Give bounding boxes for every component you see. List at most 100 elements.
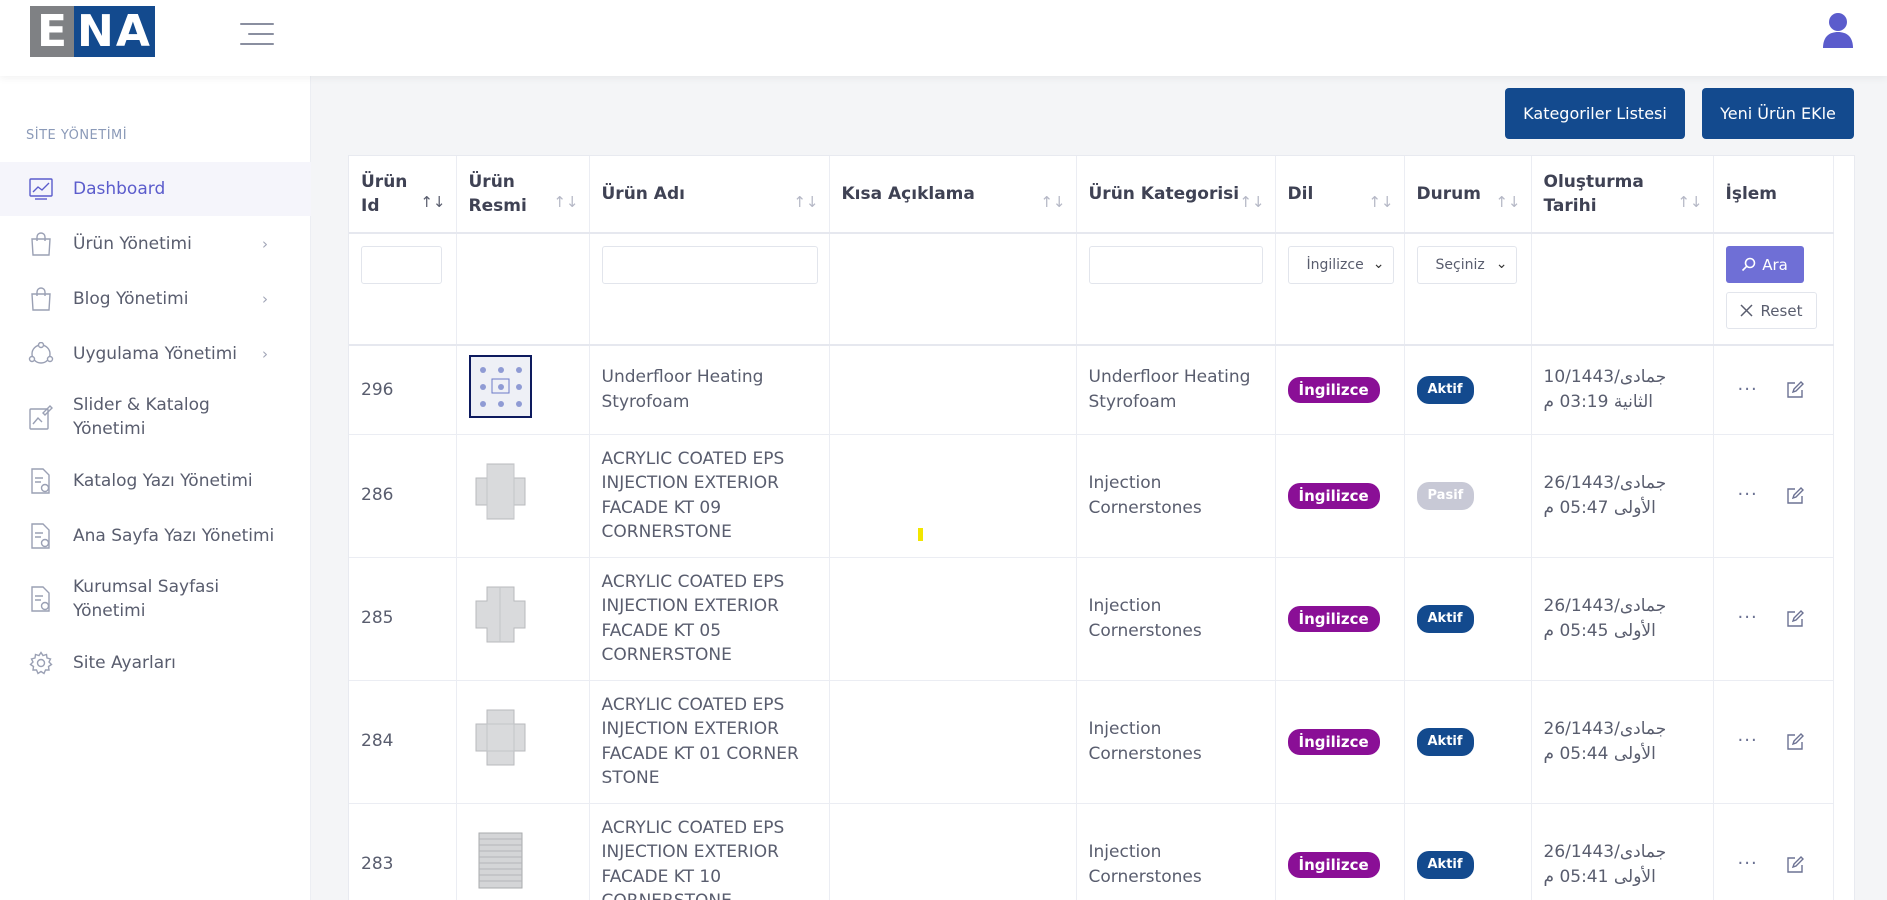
sidebar-item-site-ayarlari[interactable]: Site Ayarları (0, 635, 311, 690)
products-table-card: Ürün Id ↑↓ Ürün Resmi ↑↓ Ürün Adı ↑↓ Kısa A… (348, 155, 1855, 900)
cell-image (456, 803, 590, 900)
product-thumbnail[interactable] (468, 354, 532, 418)
column-header-status[interactable]: Durum ↑↓ (1404, 156, 1532, 234)
logo-e: E (30, 6, 74, 57)
table-row: 283 ACRYLIC COATED EPS INJECTION EXTERIO… (349, 803, 1834, 900)
edit-icon[interactable] (1786, 855, 1804, 874)
hamburger-menu-icon[interactable] (240, 23, 274, 45)
cell-created: 26/1443/جمادى الأولى 05:44 م (1531, 680, 1714, 804)
cell-id: 284 (349, 680, 457, 804)
sidebar-item-uygulama-yonetimi[interactable]: Uygulama Yönetimi › (0, 326, 311, 381)
sort-icon: ↑↓ (1495, 193, 1521, 211)
reset-button[interactable]: Reset (1725, 292, 1817, 329)
select-value: Seçiniz (1435, 257, 1485, 273)
sidebar-item-blog-yonetimi[interactable]: Blog Yönetimi › (0, 271, 311, 326)
cell-language: İngilizce (1275, 345, 1405, 435)
sidebar-section-title: SİTE YÖNETİMİ (26, 128, 128, 143)
cell-status: Aktif (1404, 680, 1532, 804)
column-header-actions: İşlem (1713, 156, 1834, 234)
table-row: 286 ACRYLIC COATED EPS INJECTION EXTERIO… (349, 434, 1834, 558)
cell-status: Aktif (1404, 345, 1532, 435)
sidebar-item-kurumsal-sayfasi[interactable]: Kurumsal Sayfasi Yönetimi (0, 563, 311, 635)
cell-image (456, 345, 590, 435)
cell-created: 26/1443/جمادى الأولى 05:41 م (1531, 803, 1714, 900)
status-badge: Aktif (1416, 375, 1474, 404)
new-product-button[interactable]: Yeni Ürün EKle (1702, 88, 1854, 139)
sidebar-item-label: Dashboard (73, 179, 166, 199)
chart-line-icon (28, 176, 54, 202)
language-badge: İngilizce (1287, 376, 1380, 403)
column-header-id[interactable]: Ürün Id ↑↓ (349, 156, 457, 234)
language-badge: İngilizce (1287, 728, 1380, 755)
sort-icon: ↑↓ (793, 193, 819, 211)
product-thumbnail[interactable] (469, 829, 532, 892)
cell-created: 10/1443/جمادى الثانية 03:19 م (1531, 345, 1714, 435)
column-header-language[interactable]: Dil ↑↓ (1275, 156, 1405, 234)
chevron-down-icon: ⌄ (1495, 256, 1508, 272)
column-header-image[interactable]: Ürün Resmi ↑↓ (456, 156, 590, 234)
cell-category: Injection Cornerstones (1076, 557, 1276, 681)
column-header-short-desc[interactable]: Kısa Açıklama ↑↓ (829, 156, 1077, 234)
shopping-bag-icon (28, 286, 54, 312)
cell-category: Injection Cornerstones (1076, 434, 1276, 558)
sidebar-item-slider-katalog[interactable]: Slider & Katalog Yönetimi (0, 381, 311, 453)
sort-icon: ↑↓ (553, 193, 579, 211)
status-badge: Aktif (1416, 727, 1474, 756)
sidebar-item-label: Slider & Katalog Yönetimi (73, 395, 210, 439)
more-actions-icon[interactable]: ··· (1738, 852, 1758, 877)
edit-icon[interactable] (1786, 380, 1804, 399)
filter-category-input[interactable] (1088, 246, 1263, 284)
cell-status: Aktif (1404, 557, 1532, 681)
product-thumbnail[interactable] (469, 706, 532, 769)
sidebar-item-label: Blog Yönetimi (73, 288, 189, 309)
reset-button-label: Reset (1760, 301, 1803, 320)
filter-status-select[interactable]: Seçiniz ⌄ (1416, 246, 1517, 284)
status-badge: Pasif (1416, 481, 1475, 510)
edit-icon[interactable] (1786, 486, 1804, 505)
product-thumbnail[interactable] (469, 460, 532, 523)
sidebar-item-label: Ana Sayfa Yazı Yönetimi (73, 525, 275, 546)
cell-category: Injection Cornerstones (1076, 803, 1276, 900)
sidebar-item-label: Kurumsal Sayfasi Yönetimi (73, 577, 220, 621)
column-header-name[interactable]: Ürün Adı ↑↓ (589, 156, 830, 234)
language-badge: İngilizce (1287, 851, 1380, 878)
cell-language: İngilizce (1275, 434, 1405, 558)
cell-actions: ··· (1713, 680, 1834, 804)
user-avatar-icon[interactable] (1822, 12, 1854, 48)
sidebar-item-dashboard[interactable]: Dashboard (0, 162, 311, 216)
document-settings-icon (28, 586, 54, 612)
more-actions-icon[interactable]: ··· (1738, 606, 1758, 631)
chevron-down-icon: ⌄ (1372, 256, 1385, 272)
filter-name-input[interactable] (601, 246, 818, 284)
column-header-created[interactable]: Oluşturma Tarihi ↑↓ (1531, 156, 1714, 234)
categories-list-button[interactable]: Kategoriler Listesi (1505, 88, 1685, 139)
cell-image (456, 434, 590, 558)
cell-short-desc (829, 434, 1077, 558)
search-button[interactable]: Ara (1725, 246, 1804, 283)
sidebar-menu: Dashboard Ürün Yönetimi › Blog Yönetimi … (0, 162, 311, 690)
filter-id-input[interactable] (361, 246, 442, 284)
edit-icon[interactable] (1786, 732, 1804, 751)
sidebar-item-ana-sayfa-yazi[interactable]: Ana Sayfa Yazı Yönetimi (0, 508, 311, 563)
cell-id: 296 (349, 345, 457, 435)
product-thumbnail[interactable] (469, 583, 532, 646)
sidebar-item-urun-yonetimi[interactable]: Ürün Yönetimi › (0, 216, 311, 271)
cell-category: Injection Cornerstones (1076, 680, 1276, 804)
more-actions-icon[interactable]: ··· (1738, 483, 1758, 508)
language-badge: İngilizce (1287, 482, 1380, 509)
ena-logo[interactable]: E NA (30, 6, 155, 57)
sidebar-item-katalog-yazi[interactable]: Katalog Yazı Yönetimi (0, 453, 311, 508)
cell-actions: ··· (1713, 434, 1834, 558)
cell-actions: ··· (1713, 345, 1834, 435)
cell-id: 283 (349, 803, 457, 900)
column-header-category[interactable]: Ürün Kategorisi ↑↓ (1076, 156, 1276, 234)
top-bar: E NA (0, 0, 1887, 76)
edit-icon[interactable] (1786, 609, 1804, 628)
search-button-label: Ara (1762, 255, 1788, 274)
chevron-right-icon: › (262, 289, 268, 308)
column-header-label: Durum (1416, 184, 1481, 204)
more-actions-icon[interactable]: ··· (1738, 378, 1758, 403)
more-actions-icon[interactable]: ··· (1738, 729, 1758, 754)
filter-language-select[interactable]: İngilizce ⌄ (1287, 246, 1394, 284)
sort-icon: ↑↓ (1677, 193, 1703, 211)
